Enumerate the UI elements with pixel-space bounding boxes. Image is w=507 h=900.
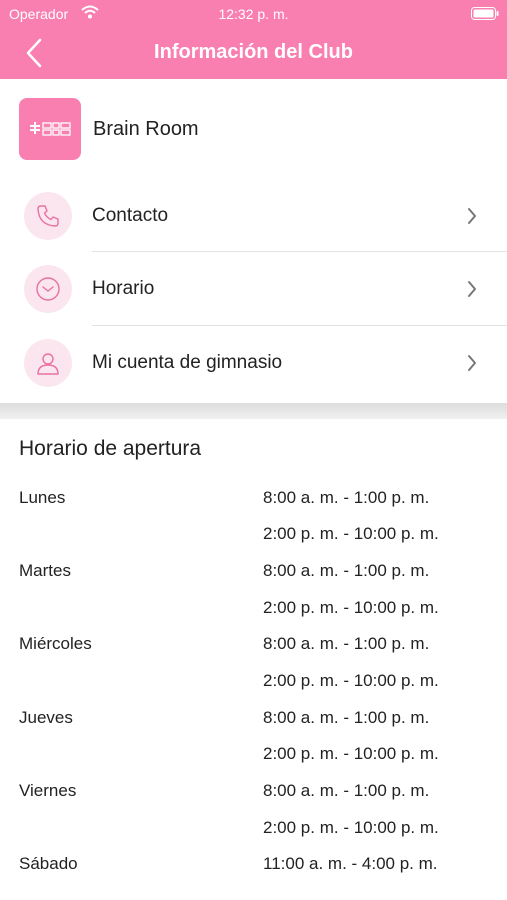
section-divider bbox=[0, 403, 507, 419]
brain-room-logo-icon bbox=[30, 122, 71, 136]
opening-hours-section: Horario de apertura Lunes 8:00 a. m. - 1… bbox=[0, 419, 507, 900]
phone-icon bbox=[37, 205, 59, 227]
menu-item-contacto[interactable]: Contacto bbox=[0, 180, 507, 253]
icon-circle bbox=[24, 339, 72, 387]
hours-row: Viernes 8:00 a. m. - 1:00 p. m. bbox=[0, 781, 507, 817]
day-label: Viernes bbox=[19, 781, 77, 800]
hours-row: 2:00 p. m. - 10:00 p. m. bbox=[0, 818, 507, 854]
time-range: 2:00 p. m. - 10:00 p. m. bbox=[263, 598, 439, 617]
user-icon bbox=[37, 353, 59, 375]
divider bbox=[92, 251, 507, 252]
menu-label: Mi cuenta de gimnasio bbox=[92, 352, 283, 373]
time-range: 8:00 a. m. - 1:00 p. m. bbox=[263, 634, 430, 653]
menu-item-horario[interactable]: Horario bbox=[0, 253, 507, 326]
time-range: 2:00 p. m. - 10:00 p. m. bbox=[263, 671, 439, 690]
club-card: Brain Room Contacto Horario Mi cuenta de… bbox=[0, 79, 507, 403]
hours-row: 2:00 p. m. - 10:00 p. m. bbox=[0, 598, 507, 634]
day-label: Miércoles bbox=[19, 634, 92, 653]
day-label: Martes bbox=[19, 561, 71, 580]
chevron-right-icon bbox=[468, 355, 476, 371]
chevron-right-icon bbox=[468, 208, 476, 224]
status-time: 12:32 p. m. bbox=[218, 6, 289, 22]
hours-row: 2:00 p. m. - 10:00 p. m. bbox=[0, 671, 507, 707]
time-range: 8:00 a. m. - 1:00 p. m. bbox=[263, 708, 430, 727]
time-range: 2:00 p. m. - 10:00 p. m. bbox=[263, 818, 439, 837]
time-range: 8:00 a. m. - 1:00 p. m. bbox=[263, 488, 430, 507]
time-range: 11:00 a. m. - 4:00 p. m. bbox=[263, 854, 438, 873]
club-name: Brain Room bbox=[93, 118, 199, 140]
club-logo bbox=[19, 98, 81, 160]
menu-label: Horario bbox=[92, 278, 155, 299]
hours-row: Martes 8:00 a. m. - 1:00 p. m. bbox=[0, 561, 507, 597]
hours-row: 2:00 p. m. - 10:00 p. m. bbox=[0, 744, 507, 780]
day-label: Jueves bbox=[19, 708, 73, 727]
hours-row: Jueves 8:00 a. m. - 1:00 p. m. bbox=[0, 708, 507, 744]
hours-row: Sábado 11:00 a. m. - 4:00 p. m. bbox=[0, 854, 507, 890]
time-range: 8:00 a. m. - 1:00 p. m. bbox=[263, 781, 430, 800]
day-label: Lunes bbox=[19, 488, 66, 507]
divider bbox=[92, 325, 507, 326]
hours-row: 2:00 p. m. - 10:00 p. m. bbox=[0, 524, 507, 560]
section-title: Horario de apertura bbox=[19, 437, 202, 460]
hours-row: Lunes 8:00 a. m. - 1:00 p. m. bbox=[0, 488, 507, 524]
hours-row: Miércoles 8:00 a. m. - 1:00 p. m. bbox=[0, 634, 507, 670]
time-range: 8:00 a. m. - 1:00 p. m. bbox=[263, 561, 430, 580]
battery-icon bbox=[471, 7, 499, 20]
time-range: 2:00 p. m. - 10:00 p. m. bbox=[263, 524, 439, 543]
status-bar: Operador 12:32 p. m. bbox=[0, 0, 507, 28]
clock-icon bbox=[36, 277, 60, 301]
menu-item-mi-cuenta[interactable]: Mi cuenta de gimnasio bbox=[0, 327, 507, 400]
icon-circle bbox=[24, 192, 72, 240]
page-title: Información del Club bbox=[154, 41, 353, 63]
menu-label: Contacto bbox=[92, 205, 169, 226]
icon-circle bbox=[24, 265, 72, 313]
day-label: Sábado bbox=[19, 854, 78, 873]
nav-header: Operador 12:32 p. m. Información del Clu… bbox=[0, 0, 507, 79]
time-range: 2:00 p. m. - 10:00 p. m. bbox=[263, 744, 439, 763]
chevron-right-icon bbox=[468, 281, 476, 297]
